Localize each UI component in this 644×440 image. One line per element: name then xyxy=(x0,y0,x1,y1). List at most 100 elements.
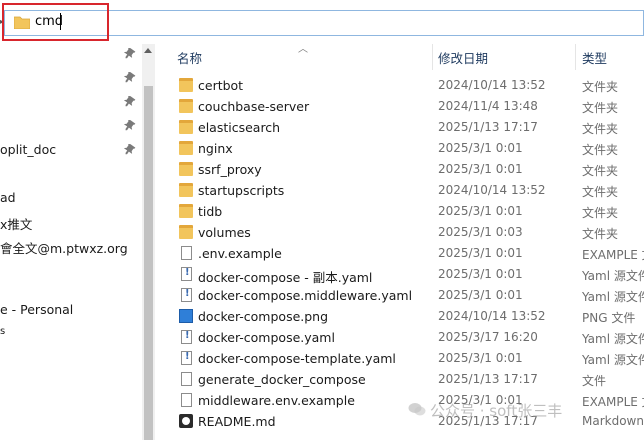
file-row[interactable]: volumes 2025/3/1 0:03 文件夹 xyxy=(155,222,644,243)
file-row[interactable]: .env.example 2025/3/1 0:01 EXAMPLE 文 xyxy=(155,243,644,264)
file-name: startupscripts xyxy=(198,183,285,198)
file-row[interactable]: docker-compose.png 2024/10/14 13:52 PNG 文件 xyxy=(155,306,644,327)
file-date: 2025/3/1 0:01 xyxy=(438,351,523,365)
folder-icon xyxy=(179,99,193,113)
nav-item[interactable]: ad xyxy=(0,190,16,205)
file-row[interactable]: README.md 2025/1/13 17:17 Markdown xyxy=(155,411,644,432)
file-row[interactable]: elasticsearch 2025/1/13 17:17 文件夹 xyxy=(155,117,644,138)
file-name: certbot xyxy=(198,78,244,93)
file-type: EXAMPLE 文 xyxy=(582,248,644,262)
file-type: PNG 文件 xyxy=(582,311,636,325)
file-row[interactable]: docker-compose.middleware.yaml 2025/3/1 0… xyxy=(155,285,644,306)
file-row[interactable]: ssrf_proxy 2025/3/1 0:01 文件夹 xyxy=(155,159,644,180)
folder-icon xyxy=(179,120,193,134)
file-name: .env.example xyxy=(198,246,282,261)
watermark-text: 公众号 · soft张三丰 xyxy=(430,402,563,420)
file-type: EXAMPLE 文 xyxy=(582,395,644,409)
file-row[interactable]: nginx 2025/3/1 0:01 文件夹 xyxy=(155,138,644,159)
pin-icon[interactable] xyxy=(124,72,136,84)
file-name: middleware.env.example xyxy=(198,393,355,408)
file-date: 2025/3/1 0:01 xyxy=(438,288,523,302)
scroll-up-arrow-icon[interactable] xyxy=(144,48,152,53)
folder-icon xyxy=(179,141,193,155)
file-date: 2024/10/14 13:52 xyxy=(438,78,546,92)
file-date: 2025/3/1 0:01 xyxy=(438,141,523,155)
pin-icon[interactable] xyxy=(124,144,136,156)
file-name: ssrf_proxy xyxy=(198,162,262,177)
yaml-file-icon xyxy=(181,267,192,281)
file-date: 2025/3/1 0:01 xyxy=(438,246,523,260)
file-icon xyxy=(181,393,192,407)
file-row[interactable]: startupscripts 2024/10/14 13:52 文件夹 xyxy=(155,180,644,201)
file-row[interactable]: generate_docker_compose 2025/1/13 17:17 文件 xyxy=(155,369,644,390)
file-name: docker-compose - 副本.yaml xyxy=(198,270,373,285)
file-row[interactable]: middleware.env.example 2025/3/1 0:01 EXAMP… xyxy=(155,390,644,411)
file-type: 文件夹 xyxy=(582,164,619,178)
pin-icon[interactable] xyxy=(124,120,136,132)
file-name: generate_docker_compose xyxy=(198,372,366,387)
file-type: Yaml 源文件 xyxy=(582,290,644,304)
column-divider[interactable] xyxy=(432,44,433,70)
file-date: 2025/3/1 0:01 xyxy=(438,162,523,176)
scrollbar-thumb[interactable] xyxy=(144,86,153,440)
file-type: 文件夹 xyxy=(582,227,619,241)
file-type: 文件夹 xyxy=(582,185,619,199)
file-date: 2025/1/13 17:17 xyxy=(438,120,538,134)
folder-icon xyxy=(179,204,193,218)
file-row[interactable]: certbot 2024/10/14 13:52 文件夹 xyxy=(155,75,644,96)
column-header-date[interactable]: 修改日期 xyxy=(438,48,488,67)
column-header-name[interactable]: 名称 xyxy=(177,48,202,67)
folder-icon xyxy=(179,183,193,197)
file-type: 文件夹 xyxy=(582,122,619,136)
file-row[interactable]: docker-compose-template.yaml 2025/3/1 0:0… xyxy=(155,348,644,369)
file-type: 文件夹 xyxy=(582,206,619,220)
file-date: 2025/3/1 0:01 xyxy=(438,204,523,218)
nav-item[interactable]: e - Personal xyxy=(0,302,73,317)
file-type: Yaml 源文件 xyxy=(582,332,644,346)
nav-item[interactable]: oplit_doc xyxy=(0,142,56,157)
navigation-pane: oplit_doc ad x推文 會全文@m.ptwxz.org e - Per… xyxy=(0,44,142,440)
yaml-file-icon xyxy=(181,351,192,365)
file-icon xyxy=(181,372,192,386)
file-date: 2024/11/4 13:48 xyxy=(438,99,538,113)
file-type: 文件夹 xyxy=(582,101,619,115)
file-name: docker-compose-template.yaml xyxy=(198,351,396,366)
column-header-type[interactable]: 类型 xyxy=(582,48,607,67)
file-name: README.md xyxy=(198,414,276,429)
nav-scrollbar[interactable] xyxy=(142,44,155,440)
file-name: elasticsearch xyxy=(198,120,281,135)
yaml-file-icon xyxy=(181,288,192,302)
file-type: Yaml 源文件 xyxy=(582,269,644,283)
nav-item[interactable]: x推文 xyxy=(0,214,32,233)
file-type: 文件夹 xyxy=(582,80,619,94)
nav-item[interactable]: 會全文@m.ptwxz.org xyxy=(0,238,128,257)
file-date: 2024/10/14 13:52 xyxy=(438,309,546,323)
file-date: 2025/3/1 0:01 xyxy=(438,267,523,281)
file-row[interactable]: couchbase-server 2024/11/4 13:48 文件夹 xyxy=(155,96,644,117)
highlight-box xyxy=(2,3,109,41)
file-date: 2024/10/14 13:52 xyxy=(438,183,546,197)
yaml-file-icon xyxy=(181,330,192,344)
file-name: docker-compose.png xyxy=(198,309,329,324)
pin-icon[interactable] xyxy=(124,96,136,108)
file-row[interactable]: tidb 2025/3/1 0:01 文件夹 xyxy=(155,201,644,222)
file-type: 文件夹 xyxy=(582,143,619,157)
file-type: Markdown xyxy=(582,414,644,428)
nav-item[interactable]: s xyxy=(0,326,5,337)
folder-icon xyxy=(179,162,193,176)
address-bar-row: ▸ cmd xyxy=(0,0,644,44)
markdown-file-icon xyxy=(179,414,193,428)
file-name: volumes xyxy=(198,225,251,240)
file-name: nginx xyxy=(198,141,233,156)
file-row[interactable]: docker-compose - 副本.yaml 2025/3/1 0:01 Yam… xyxy=(155,264,644,285)
file-type: 文件 xyxy=(582,374,607,388)
file-name: tidb xyxy=(198,204,223,219)
pin-icon[interactable] xyxy=(124,48,136,60)
file-name: docker-compose.middleware.yaml xyxy=(198,288,413,303)
file-list: ︿ 名称 修改日期 类型 certbot 2024/10/14 13:52 文件夹 c… xyxy=(155,44,644,440)
column-divider[interactable] xyxy=(575,44,576,70)
image-file-icon xyxy=(179,309,193,323)
file-row[interactable]: docker-compose.yaml 2025/3/17 16:20 Yaml 源… xyxy=(155,327,644,348)
folder-icon xyxy=(179,78,193,92)
file-type: Yaml 源文件 xyxy=(582,353,644,367)
